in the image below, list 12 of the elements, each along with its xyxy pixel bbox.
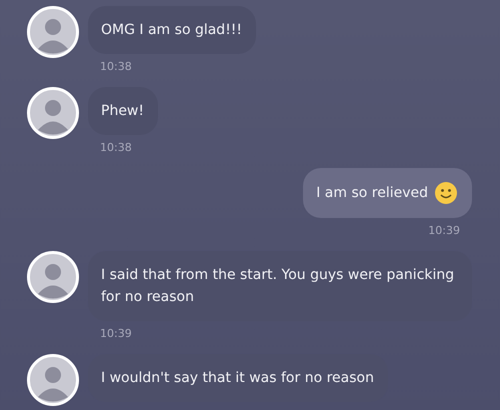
avatar-icon	[27, 251, 79, 303]
avatar-icon	[27, 354, 79, 406]
message-bubble: I am so relieved	[303, 168, 472, 218]
message-bubble: Phew!	[88, 87, 158, 135]
message-bubble: I said that from the start. You guys were panicking for no reason	[88, 251, 472, 321]
avatar-icon	[27, 6, 79, 58]
message-bubble: OMG I am so glad!!!	[88, 6, 256, 54]
message-time: 10:39	[428, 224, 460, 237]
message-time: 10:39	[100, 327, 132, 340]
message-time: 10:38	[100, 141, 132, 154]
message-time: 10:38	[100, 60, 132, 73]
avatar-icon	[27, 87, 79, 139]
